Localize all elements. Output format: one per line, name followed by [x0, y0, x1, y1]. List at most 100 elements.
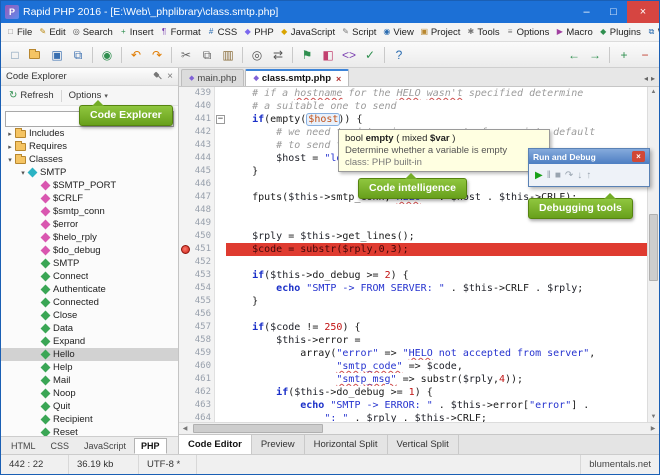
view-tab-preview[interactable]: Preview	[252, 435, 305, 454]
help-button[interactable]: ?	[389, 45, 409, 65]
menu-php[interactable]: ◆PHP	[240, 23, 277, 41]
gutter-449[interactable]: 449	[179, 217, 215, 230]
close-button[interactable]: ×	[627, 1, 659, 23]
tree-item-smtp[interactable]: SMTP	[1, 257, 178, 270]
code-line-453[interactable]: 453 if($this->do_debug >= 2) {	[179, 269, 647, 282]
gutter-458[interactable]: 458	[179, 334, 215, 347]
gutter-452[interactable]: 452	[179, 256, 215, 269]
tree-item-do_debug[interactable]: $do_debug	[1, 244, 178, 257]
minimize-button[interactable]: –	[573, 1, 600, 23]
expand-expander-icon[interactable]: ▸	[5, 130, 15, 138]
tree-item-requires[interactable]: ▸Requires	[1, 140, 178, 153]
language-tab-php[interactable]: PHP	[134, 438, 167, 454]
save-button[interactable]: ▣	[47, 45, 67, 65]
tree-item-data[interactable]: Data	[1, 322, 178, 335]
gutter-453[interactable]: 453	[179, 269, 215, 282]
code-line-463[interactable]: 463 echo "SMTP -> ERROR: " . $this->erro…	[179, 399, 647, 412]
step-into-icon[interactable]: ↓	[577, 170, 582, 181]
cut-button[interactable]: ✂	[176, 45, 196, 65]
tree-item-help[interactable]: Help	[1, 361, 178, 374]
gutter-459[interactable]: 459	[179, 347, 215, 360]
code-line-459[interactable]: 459 array("error" => "HELO not accepted …	[179, 347, 647, 360]
tree-item-reset[interactable]: Reset	[1, 426, 178, 436]
save-all-button[interactable]: ⧉	[68, 45, 88, 65]
code-line-457[interactable]: 457 if($code != 250) {	[179, 321, 647, 334]
maximize-button[interactable]: □	[600, 1, 627, 23]
tree-item-authenticate[interactable]: Authenticate	[1, 283, 178, 296]
code-line-461[interactable]: 461 "smtp_msg" => substr($rply,4));	[179, 373, 647, 386]
menu-insert[interactable]: +Insert	[116, 23, 157, 41]
code-line-440[interactable]: 440 # a suitable one to send	[179, 100, 647, 113]
run-icon[interactable]: ▶	[535, 170, 543, 181]
gutter-464[interactable]: 464	[179, 412, 215, 422]
new-file-button[interactable]: □	[5, 45, 25, 65]
tab-close-icon[interactable]: ×	[336, 74, 341, 84]
refresh-button[interactable]: ↻ Refresh	[5, 89, 58, 102]
scroll-up-icon[interactable]: ▲	[648, 87, 659, 97]
tree-item-smtp_conn[interactable]: $smtp_conn	[1, 205, 178, 218]
gutter-440[interactable]: 440	[179, 100, 215, 113]
language-tab-css[interactable]: CSS	[44, 438, 77, 454]
tree-item-noop[interactable]: Noop	[1, 387, 178, 400]
gutter-462[interactable]: 462	[179, 386, 215, 399]
menu-search[interactable]: ◎Search	[69, 23, 116, 41]
view-tab-vertical-split[interactable]: Vertical Split	[388, 435, 459, 454]
code-line-452[interactable]: 452	[179, 256, 647, 269]
tree-item-expand[interactable]: Expand	[1, 335, 178, 348]
paste-button[interactable]: ▥	[218, 45, 238, 65]
browser-preview-button[interactable]: ◉	[97, 45, 117, 65]
gutter-455[interactable]: 455	[179, 295, 215, 308]
pin-icon[interactable]	[151, 70, 164, 83]
open-file-button[interactable]	[26, 45, 46, 65]
expand-button[interactable]: +	[614, 45, 634, 65]
validate-button[interactable]: ✓	[360, 45, 380, 65]
gutter-461[interactable]: 461	[179, 373, 215, 386]
vertical-scrollbar[interactable]: ▲ ▼	[647, 87, 659, 422]
editor-tab-main.php[interactable]: ◆main.php	[181, 69, 244, 86]
code-line-451[interactable]: 451 $code = substr($rply,0,3);	[179, 243, 647, 256]
debug-panel-titlebar[interactable]: Run and Debug ×	[529, 149, 649, 164]
language-tab-html[interactable]: HTML	[4, 438, 43, 454]
replace-button[interactable]: ⇄	[268, 45, 288, 65]
gutter-444[interactable]: 444	[179, 152, 215, 165]
menu-project[interactable]: ▣Project	[417, 23, 464, 41]
language-tab-javascript[interactable]: JavaScript	[77, 438, 133, 454]
menu-plugins[interactable]: ◆Plugins	[596, 23, 644, 41]
code-line-460[interactable]: 460 "smtp_code" => $code,	[179, 360, 647, 373]
horizontal-scroll-thumb[interactable]	[193, 424, 323, 433]
menu-view[interactable]: ◉View	[379, 23, 416, 41]
menu-css[interactable]: #CSS	[204, 23, 241, 41]
editor-tab-class.smtp.php[interactable]: ◆class.smtp.php×	[245, 69, 349, 86]
vertical-scroll-thumb[interactable]	[649, 214, 658, 281]
menu-edit[interactable]: ✎Edit	[35, 23, 68, 41]
tab-scroll-right-icon[interactable]: ▸	[651, 74, 655, 83]
menu-windows[interactable]: ⧉Windows	[644, 23, 659, 41]
code-line-454[interactable]: 454 echo "SMTP -> FROM SERVER: " . $this…	[179, 282, 647, 295]
fold-collapse-icon[interactable]: −	[216, 115, 225, 124]
tree-item-classes[interactable]: ▾Classes	[1, 153, 178, 166]
tree-item-includes[interactable]: ▸Includes	[1, 127, 178, 140]
tree-item-connect[interactable]: Connect	[1, 270, 178, 283]
scroll-down-icon[interactable]: ▼	[648, 412, 659, 422]
tree-item-mail[interactable]: Mail	[1, 374, 178, 387]
brand-link[interactable]: blumentals.net	[581, 459, 659, 470]
gutter-443[interactable]: 443	[179, 139, 215, 152]
step-out-icon[interactable]: ↑	[586, 170, 591, 181]
nav-back-button[interactable]: ←	[564, 45, 584, 65]
undo-button[interactable]: ↶	[126, 45, 146, 65]
step-over-icon[interactable]: ↷	[565, 170, 573, 181]
tree-item-recipient[interactable]: Recipient	[1, 413, 178, 426]
gutter-454[interactable]: 454	[179, 282, 215, 295]
code-line-458[interactable]: 458 $this->error =	[179, 334, 647, 347]
tag-insert-button[interactable]: <>	[339, 45, 359, 65]
scroll-left-icon[interactable]: ◀	[179, 423, 191, 434]
tab-scroll-left-icon[interactable]: ◂	[644, 74, 648, 83]
code-line-455[interactable]: 455 }	[179, 295, 647, 308]
menu-format[interactable]: ¶Format	[157, 23, 204, 41]
tree-item-quit[interactable]: Quit	[1, 400, 178, 413]
gutter-439[interactable]: 439	[179, 87, 215, 100]
nav-forward-button[interactable]: →	[585, 45, 605, 65]
code-line-439[interactable]: 439 # if a hostname for the HELO wasn't …	[179, 87, 647, 100]
gutter-445[interactable]: 445	[179, 165, 215, 178]
debug-panel-close-icon[interactable]: ×	[632, 151, 645, 162]
